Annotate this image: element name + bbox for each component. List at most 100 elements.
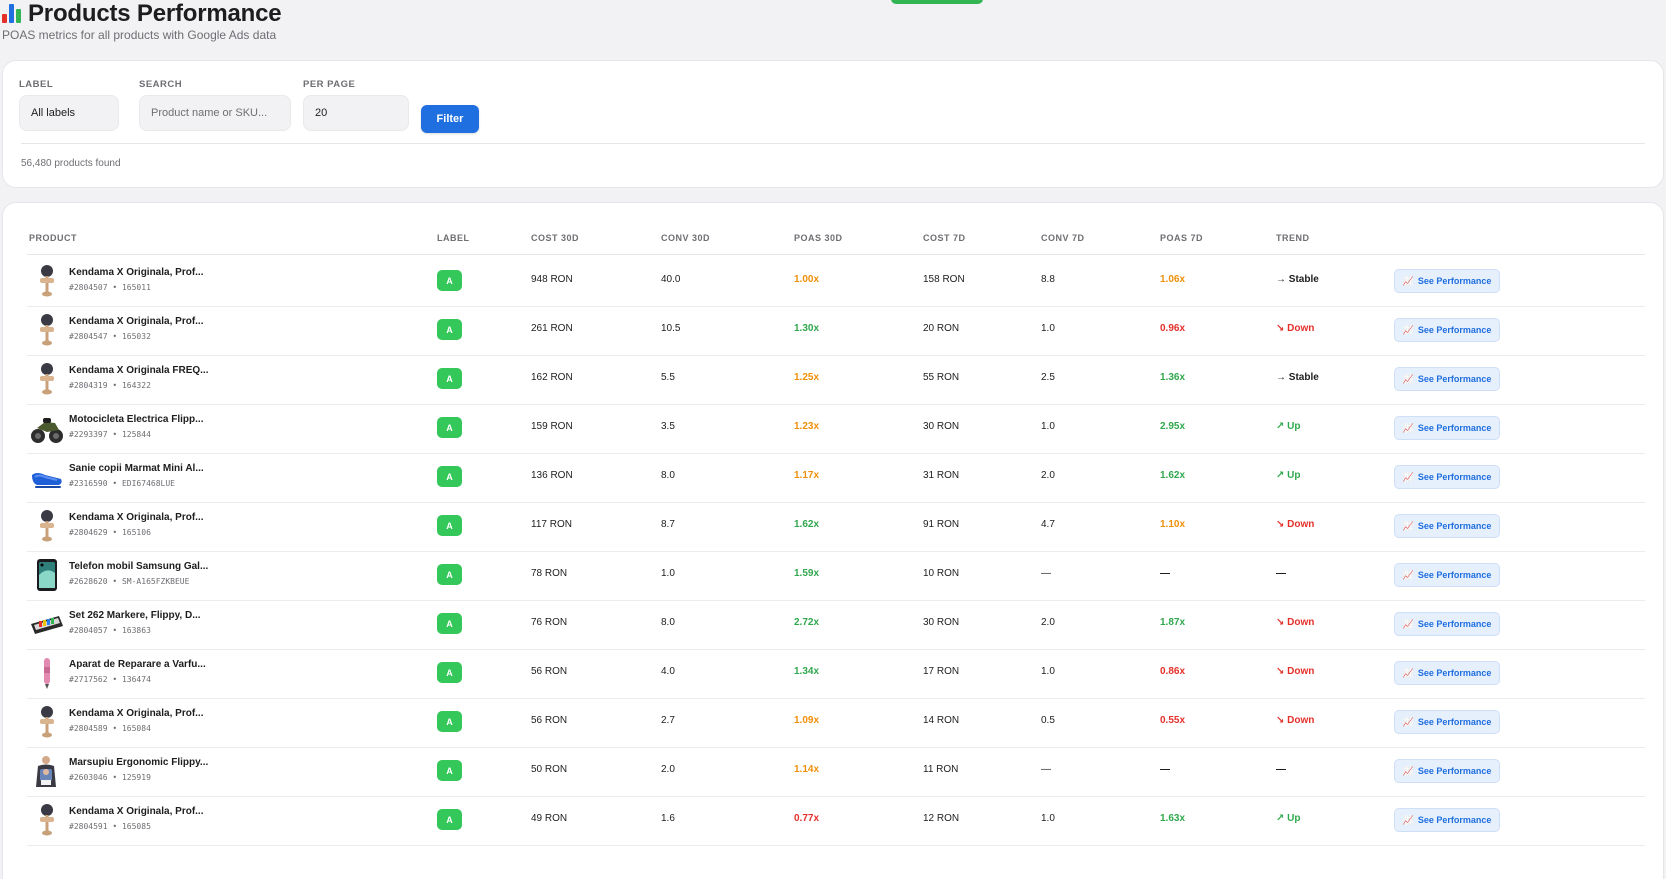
conv-30d: 5.5 [661, 372, 675, 383]
top-status-pill [891, 0, 983, 4]
trend-indicator: ↘ Down [1276, 617, 1315, 628]
see-performance-button[interactable]: 📈 See Performance [1394, 514, 1500, 538]
product-name[interactable]: Aparat de Reparare a Varfu... [69, 659, 206, 670]
see-performance-button[interactable]: 📈 See Performance [1394, 759, 1500, 783]
cost-30d: 50 RON [531, 764, 568, 775]
see-performance-button[interactable]: 📈 See Performance [1394, 269, 1500, 293]
table-row[interactable]: Telefon mobil Samsung Gal... #2628620 • S… [27, 549, 1645, 601]
table-row[interactable]: Aparat de Reparare a Varfu... #2717562 • … [27, 647, 1645, 699]
cost-7d: 31 RON [923, 470, 960, 481]
header-product[interactable]: PRODUCT [29, 233, 77, 243]
per-page-input[interactable]: 20 [303, 95, 409, 131]
product-name[interactable]: Sanie copii Marmat Mini Al... [69, 463, 204, 474]
header-poas-7d[interactable]: POAS 7D [1160, 233, 1203, 243]
conv-7d: 2.0 [1041, 470, 1055, 481]
poas-30d: 1.34x [794, 666, 820, 677]
header-conv-7d[interactable]: CONV 7D [1041, 233, 1085, 243]
table-row[interactable]: Kendama X Originala, Prof... #2804547 • 1… [27, 304, 1645, 356]
product-sku: #2804547 • 165032 [69, 332, 151, 341]
header-label[interactable]: LABEL [437, 233, 470, 243]
conv-30d: 3.5 [661, 421, 675, 432]
product-thumbnail [29, 802, 65, 838]
see-performance-label: See Performance [1417, 325, 1492, 335]
see-performance-button[interactable]: 📈 See Performance [1394, 318, 1500, 342]
product-name[interactable]: Kendama X Originala, Prof... [69, 708, 203, 719]
conv-30d: 10.5 [661, 323, 681, 334]
see-performance-button[interactable]: 📈 See Performance [1394, 416, 1500, 440]
poas-7d: 0.86x [1160, 666, 1186, 677]
see-performance-button[interactable]: 📈 See Performance [1394, 612, 1500, 636]
label-select[interactable]: All labels [19, 95, 119, 131]
product-thumbnail [29, 410, 65, 446]
conv-7d: 1.0 [1041, 666, 1055, 677]
chart-increasing-icon: 📈 [1402, 373, 1414, 384]
header-cost-30d[interactable]: COST 30D [531, 233, 579, 243]
product-name[interactable]: Kendama X Originala, Prof... [69, 267, 203, 278]
product-thumbnail [29, 557, 65, 593]
filter-button[interactable]: Filter [421, 105, 479, 133]
table-row[interactable]: Set 262 Markere, Flippy, D... #2804057 • … [27, 598, 1645, 650]
cost-30d: 948 RON [531, 274, 573, 285]
trend-indicator: — [1276, 568, 1286, 579]
see-performance-label: See Performance [1417, 717, 1492, 727]
conv-7d: 8.8 [1041, 274, 1055, 285]
trend-indicator: ↗ Up [1276, 421, 1301, 432]
see-performance-button[interactable]: 📈 See Performance [1394, 808, 1500, 832]
table-row[interactable]: Marsupiu Ergonomic Flippy... #2603046 • 1… [27, 745, 1645, 797]
table-row[interactable]: Kendama X Originala, Prof... #2804591 • 1… [27, 794, 1645, 846]
search-input[interactable]: Product name or SKU... [139, 95, 291, 131]
header-conv-30d[interactable]: CONV 30D [661, 233, 710, 243]
label-badge: A [437, 417, 462, 438]
cost-30d: 56 RON [531, 666, 568, 677]
see-performance-button[interactable]: 📈 See Performance [1394, 710, 1500, 734]
table-row[interactable]: Kendama X Originala FREQ... #2804319 • 16… [27, 353, 1645, 405]
product-sku: #2293397 • 125844 [69, 430, 151, 439]
trend-indicator: — [1276, 764, 1286, 775]
cost-30d: 159 RON [531, 421, 573, 432]
product-name[interactable]: Set 262 Markere, Flippy, D... [69, 610, 201, 621]
chart-increasing-icon: 📈 [1402, 422, 1414, 433]
see-performance-button[interactable]: 📈 See Performance [1394, 465, 1500, 489]
table-row[interactable]: Motocicleta Electrica Flipp... #2293397 •… [27, 402, 1645, 454]
product-thumbnail [29, 655, 65, 691]
chart-increasing-icon: 📈 [1402, 520, 1414, 531]
see-performance-button[interactable]: 📈 See Performance [1394, 661, 1500, 685]
see-performance-button[interactable]: 📈 See Performance [1394, 367, 1500, 391]
header-poas-30d[interactable]: POAS 30D [794, 233, 843, 243]
header-trend[interactable]: TREND [1276, 233, 1310, 243]
label-badge: A [437, 368, 462, 389]
header-cost-7d[interactable]: COST 7D [923, 233, 966, 243]
label-filter-label: LABEL [19, 79, 54, 90]
product-name[interactable]: Kendama X Originala, Prof... [69, 512, 203, 523]
table-row[interactable]: Kendama X Originala, Prof... #2804507 • 1… [27, 255, 1645, 307]
table-row[interactable]: Sanie copii Marmat Mini Al... #2316590 • … [27, 451, 1645, 503]
product-name[interactable]: Telefon mobil Samsung Gal... [69, 561, 208, 572]
see-performance-label: See Performance [1417, 521, 1492, 531]
product-name[interactable]: Kendama X Originala, Prof... [69, 316, 203, 327]
table-row[interactable]: Kendama X Originala, Prof... #2804589 • 1… [27, 696, 1645, 748]
per-page-filter-group: PER PAGE 20 [303, 79, 409, 131]
per-page-label: PER PAGE [303, 79, 356, 90]
poas-30d: 0.77x [794, 813, 820, 824]
see-performance-button[interactable]: 📈 See Performance [1394, 563, 1500, 587]
product-name[interactable]: Marsupiu Ergonomic Flippy... [69, 757, 208, 768]
trend-indicator: ↗ Up [1276, 470, 1301, 481]
label-filter-group: LABEL All labels [19, 79, 119, 131]
cost-30d: 56 RON [531, 715, 568, 726]
product-sku: #2603046 • 125919 [69, 773, 151, 782]
poas-30d: 1.25x [794, 372, 820, 383]
poas-30d: 1.14x [794, 764, 820, 775]
bar-chart-icon [2, 4, 24, 24]
product-thumbnail [29, 508, 65, 544]
product-name[interactable]: Kendama X Originala, Prof... [69, 806, 203, 817]
filter-panel: LABEL All labels SEARCH Product name or … [2, 60, 1664, 188]
cost-7d: 158 RON [923, 274, 965, 285]
product-name[interactable]: Motocicleta Electrica Flipp... [69, 414, 203, 425]
see-performance-label: See Performance [1417, 619, 1492, 629]
table-row[interactable]: Kendama X Originala, Prof... #2804629 • 1… [27, 500, 1645, 552]
chart-increasing-icon: 📈 [1402, 275, 1414, 286]
page-subtitle: POAS metrics for all products with Googl… [2, 28, 277, 42]
conv-7d: — [1041, 568, 1051, 579]
chart-increasing-icon: 📈 [1402, 667, 1414, 678]
product-name[interactable]: Kendama X Originala FREQ... [69, 365, 208, 376]
